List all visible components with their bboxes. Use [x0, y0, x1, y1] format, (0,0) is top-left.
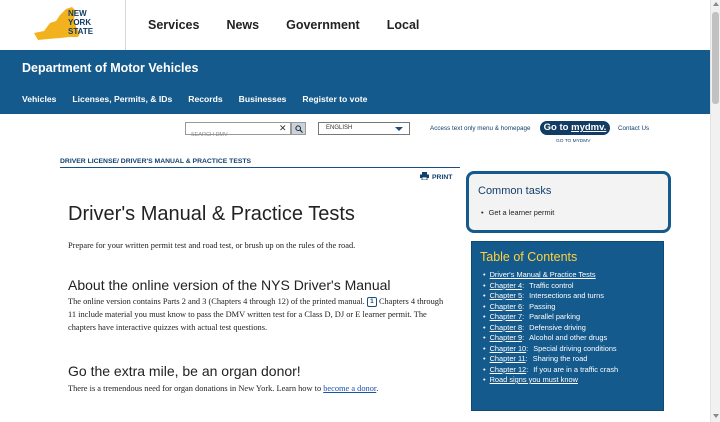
search-button[interactable]: [291, 122, 306, 135]
subnav-register-to-vote[interactable]: Register to vote: [302, 94, 367, 104]
breadcrumb: DRIVER LICENSE/ DRIVER'S MANUAL & PRACTI…: [60, 158, 251, 165]
subnav-vehicles[interactable]: Vehicles: [22, 94, 56, 104]
breadcrumb-parent[interactable]: DRIVER LICENSE: [60, 158, 117, 165]
text-only-link[interactable]: Access text only menu & homepage: [430, 125, 530, 132]
toc-link[interactable]: Chapter 12: [490, 365, 527, 374]
breadcrumb-current: / DRIVER'S MANUAL & PRACTICE TESTS: [117, 158, 252, 165]
printer-icon: [420, 172, 429, 181]
toc-item: Chapter 6:Passing: [483, 302, 618, 313]
toc-link[interactable]: Chapter 10: [490, 344, 527, 353]
toc-link[interactable]: Driver's Manual & Practice Tests: [490, 270, 596, 279]
header-divider: [125, 0, 126, 50]
breadcrumb-divider: [60, 167, 460, 168]
scroll-up-arrow-icon[interactable]: [713, 2, 719, 6]
agency-banner: Department of Motor Vehicles Vehicles Li…: [0, 50, 710, 114]
logo-text-york: YORK: [68, 18, 91, 27]
task-get-learner-permit[interactable]: Get a learner permit: [481, 208, 555, 217]
toc-list: Driver's Manual & Practice Tests Chapter…: [483, 270, 619, 386]
new-york-state-map-icon: NEW YORK STATE: [34, 7, 94, 40]
mydmv-prefix: Go to: [543, 122, 572, 133]
toc-item: Chapter 8:Defensive driving: [483, 323, 618, 334]
section-heading-online-manual: About the online version of the NYS Driv…: [68, 277, 391, 293]
agency-name[interactable]: Department of Motor Vehicles: [22, 61, 198, 75]
section-text-organ-donor: There is a tremendous need for organ don…: [68, 384, 378, 393]
toc-item: Road signs you must know: [483, 375, 618, 386]
subnav-businesses[interactable]: Businesses: [239, 94, 287, 104]
toc-link[interactable]: Chapter 6: [490, 302, 522, 311]
toc-link[interactable]: Chapter 4: [490, 281, 522, 290]
vertical-scrollbar[interactable]: [710, 0, 720, 422]
toc-desc: Alcohol and other drugs: [529, 333, 608, 342]
nav-news[interactable]: News: [226, 18, 259, 32]
print-label: PRINT: [432, 174, 453, 181]
top-navigation: Services News Government Local: [148, 18, 446, 32]
nav-services[interactable]: Services: [148, 18, 199, 32]
table-of-contents: Table of Contents Driver's Manual & Prac…: [471, 241, 664, 411]
organ-donor-text: There is a tremendous need for organ don…: [68, 384, 324, 393]
section-text-online-manual: The online version contains Parts 2 and …: [68, 296, 453, 334]
toc-desc: Special driving conditions: [533, 343, 617, 353]
toc-desc: Intersections and turns: [529, 291, 604, 300]
language-select[interactable]: ENGLISH: [318, 122, 410, 135]
organ-donor-text-end: .: [376, 384, 379, 393]
intro-text: Prepare for your written permit test and…: [68, 241, 356, 250]
language-value: ENGLISH: [326, 125, 353, 131]
toc-link[interactable]: Chapter 9: [490, 333, 522, 342]
toc-item: Chapter 5:Intersections and turns: [483, 291, 618, 302]
nav-local[interactable]: Local: [387, 18, 420, 32]
scroll-down-arrow-icon[interactable]: [713, 414, 719, 418]
agency-subnav: Vehicles Licenses, Permits, & IDs Record…: [22, 94, 383, 104]
clear-icon[interactable]: ✕: [279, 123, 287, 134]
toc-link[interactable]: Chapter 7: [490, 312, 522, 321]
chevron-down-icon: [395, 127, 403, 131]
toc-desc: Parallel parking: [529, 312, 581, 321]
toc-item: Chapter 9:Alcohol and other drugs: [483, 333, 618, 344]
toc-link[interactable]: Chapter 11: [490, 354, 526, 363]
toc-item: Chapter 4:Traffic control: [483, 281, 618, 292]
toc-item: Chapter 7:Parallel parking: [483, 312, 618, 323]
search-icon: [295, 125, 303, 133]
page-title: Driver's Manual & Practice Tests: [68, 203, 355, 225]
online-manual-text-a: The online version contains Parts 2 and …: [68, 297, 367, 306]
toc-item: Chapter 12:If you are in a traffic crash: [483, 364, 619, 376]
become-a-donor-link[interactable]: become a donor: [323, 384, 376, 393]
toc-desc: Sharing the road: [532, 354, 588, 363]
subnav-records[interactable]: Records: [188, 94, 222, 104]
logo-text-new: NEW: [68, 9, 87, 18]
toc-item: Chapter 10:Special driving conditions: [483, 344, 618, 355]
toc-desc: Passing: [529, 301, 556, 311]
go-to-mydmv-button[interactable]: Go to mydmv.: [540, 121, 610, 135]
section-heading-organ-donor: Go the extra mile, be an organ donor!: [68, 363, 301, 379]
toc-title: Table of Contents: [480, 250, 578, 264]
print-button[interactable]: PRINT: [420, 172, 452, 181]
toc-item: Driver's Manual & Practice Tests: [483, 270, 618, 281]
nys-logo[interactable]: NEW YORK STATE: [30, 3, 108, 45]
search-input[interactable]: [186, 129, 274, 141]
site-header: NEW YORK STATE Services News Government …: [0, 0, 710, 50]
toc-link[interactable]: Chapter 5: [490, 291, 522, 300]
toc-desc: Traffic control: [529, 280, 574, 290]
nav-government[interactable]: Government: [286, 18, 360, 32]
logo-text-state: STATE: [68, 27, 94, 36]
subnav-licenses[interactable]: Licenses, Permits, & IDs: [72, 94, 172, 104]
footnote-marker[interactable]: 1: [366, 297, 377, 307]
toc-link[interactable]: Road signs you must know: [490, 375, 578, 384]
contact-us-link[interactable]: Contact Us: [618, 125, 649, 132]
go-to-mydmv-caption: GO TO MYDMV: [556, 139, 591, 144]
toc-desc: Defensive driving: [529, 322, 586, 332]
mydmv-brand: mydmv.: [571, 122, 607, 133]
common-tasks-box: Common tasks Get a learner permit: [466, 171, 671, 233]
common-tasks-title: Common tasks: [478, 185, 552, 197]
scroll-thumb[interactable]: [712, 12, 719, 104]
search-field: ✕: [185, 122, 291, 141]
toc-link[interactable]: Chapter 8: [490, 323, 522, 332]
toc-item: Chapter 11:Sharing the road: [483, 354, 618, 365]
toc-desc: If you are in a traffic crash: [533, 364, 619, 374]
